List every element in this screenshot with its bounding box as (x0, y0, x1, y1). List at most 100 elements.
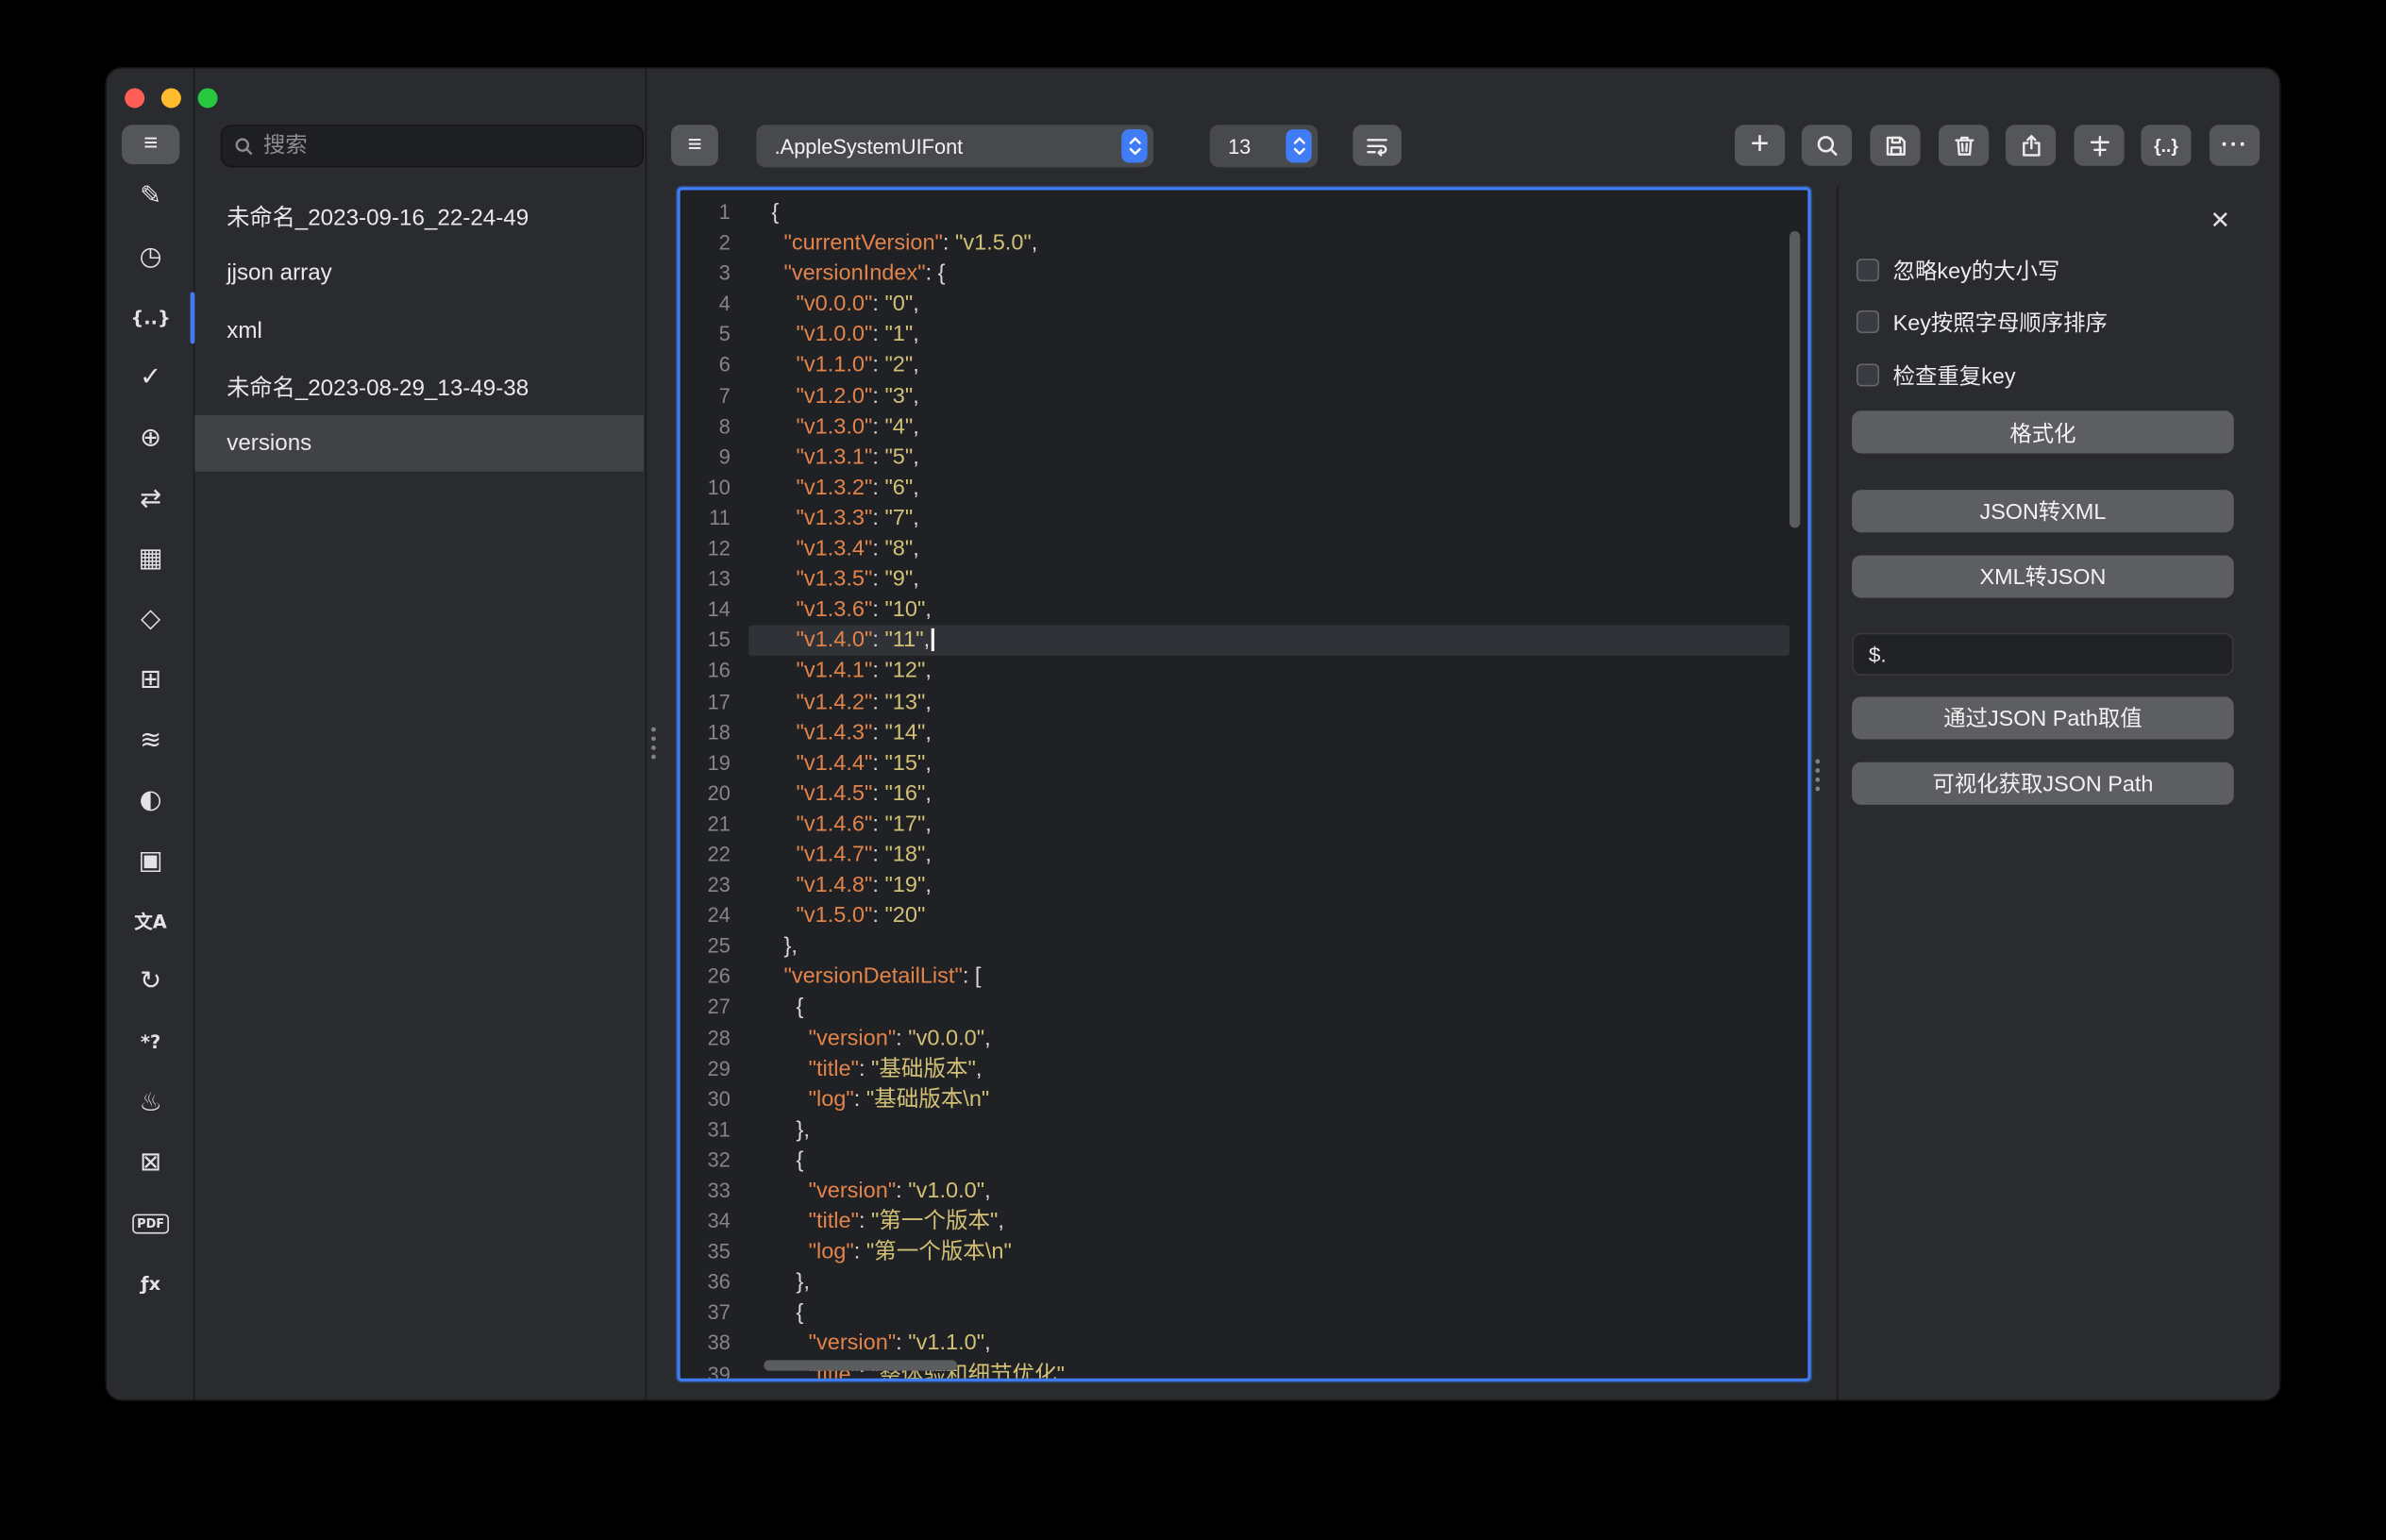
minimize-window-button[interactable] (160, 88, 180, 108)
more-button[interactable]: ··· (2210, 125, 2260, 166)
code-line[interactable]: 2 "currentVersion": "v1.5.0", (681, 228, 1808, 259)
panel-resize-handle[interactable] (651, 728, 656, 760)
wrap-text-button[interactable] (1353, 125, 1402, 166)
xml-to-json-button[interactable]: XML转JSON (1852, 555, 2234, 597)
file-list-item[interactable]: versions (194, 415, 644, 472)
code-line[interactable]: 17 "v1.4.2": "13", (681, 687, 1808, 717)
file-list-item[interactable]: xml (194, 302, 644, 359)
file-list-item[interactable]: 未命名_2023-09-16_22-24-49 (194, 189, 644, 245)
code-line[interactable]: 13 "v1.3.5": "9", (681, 564, 1808, 594)
rail-item-check[interactable]: ✓ (107, 348, 195, 409)
rail-item-image[interactable]: ▣ (107, 831, 195, 892)
code-line[interactable]: 23 "v1.4.8": "19", (681, 870, 1808, 900)
code-line[interactable]: 33 "version": "v1.0.0", (681, 1176, 1808, 1206)
file-search-input[interactable] (263, 134, 630, 159)
code-line[interactable]: 27 { (681, 993, 1808, 1023)
rail-item-calc[interactable]: ⊞ (107, 650, 195, 711)
code-line[interactable]: 4 "v0.0.0": "0", (681, 290, 1808, 320)
code-line[interactable]: 3 "versionIndex": { (681, 259, 1808, 289)
rail-item-box[interactable]: ◇ (107, 590, 195, 650)
delete-button[interactable] (1939, 125, 1989, 166)
code-line[interactable]: 20 "v1.4.5": "16", (681, 778, 1808, 809)
code-line[interactable]: 26 "versionDetailList": [ (681, 962, 1808, 992)
font-family-stepper[interactable] (1121, 129, 1147, 162)
file-search-box[interactable] (221, 125, 644, 167)
rail-item-swap[interactable]: ⇄ (107, 469, 195, 529)
code-line[interactable]: 24 "v1.5.0": "20" (681, 901, 1808, 931)
checkbox[interactable] (1857, 258, 1879, 280)
json-path-get-button[interactable]: 通过JSON Path取值 (1852, 696, 2234, 739)
rail-item-json[interactable]: {..} (107, 288, 195, 348)
checkbox[interactable] (1857, 363, 1879, 386)
code-line[interactable]: 15 "v1.4.0": "11", (681, 626, 1808, 656)
code-line[interactable]: 5 "v1.0.0": "1", (681, 320, 1808, 350)
rail-item-formula[interactable]: ƒx (107, 1254, 195, 1314)
file-list-item[interactable]: jjson array (194, 245, 644, 302)
rail-item-java[interactable]: ♨ (107, 1073, 195, 1133)
code-line[interactable]: 9 "v1.3.1": "5", (681, 443, 1808, 473)
format-button[interactable]: 格式化 (1852, 410, 2234, 453)
rail-item-globe[interactable]: ⊕ (107, 409, 195, 469)
code-line[interactable]: 28 "version": "v0.0.0", (681, 1023, 1808, 1053)
code-line[interactable]: 32 { (681, 1146, 1808, 1176)
json-editor[interactable]: 1{2 "currentVersion": "v1.5.0",3 "versio… (677, 187, 1810, 1381)
code-line[interactable]: 29 "title": "基础版本", (681, 1054, 1808, 1084)
code-line[interactable]: 14 "v1.3.6": "10", (681, 595, 1808, 626)
json-path-visual-button[interactable]: 可视化获取JSON Path (1852, 762, 2234, 804)
code-line[interactable]: 8 "v1.3.0": "4", (681, 411, 1808, 442)
code-line[interactable]: 25 }, (681, 931, 1808, 962)
code-line[interactable]: 35 "log": "第一个版本\n" (681, 1237, 1808, 1267)
checkbox-row[interactable]: Key按照字母顺序排序 (1857, 308, 2264, 335)
vertical-scrollbar[interactable] (1790, 231, 1800, 527)
code-line[interactable]: 6 "v1.1.0": "2", (681, 351, 1808, 381)
rail-item-edit[interactable]: ✎ (107, 167, 195, 227)
json-path-input[interactable] (1852, 633, 2234, 676)
code-line[interactable]: 19 "v1.4.4": "15", (681, 748, 1808, 778)
zoom-window-button[interactable] (197, 88, 217, 108)
code-line[interactable]: 38 "version": "v1.1.0", (681, 1329, 1808, 1359)
align-button[interactable] (2074, 125, 2124, 166)
code-line[interactable]: 1{ (681, 198, 1808, 228)
editor-menu-button[interactable]: ≡ (671, 125, 718, 166)
close-panel-button[interactable]: ✕ (2204, 202, 2237, 235)
rail-item-recent[interactable]: ◷ (107, 227, 195, 288)
checkbox-row[interactable]: 忽略key的大小写 (1857, 256, 2264, 283)
code-line[interactable]: 16 "v1.4.1": "12", (681, 657, 1808, 687)
code-line[interactable]: 36 }, (681, 1267, 1808, 1297)
rail-item-wifi[interactable]: ≋ (107, 711, 195, 771)
add-document-button[interactable]: + (1735, 125, 1785, 166)
code-line[interactable]: 37 { (681, 1298, 1808, 1329)
save-button[interactable] (1870, 125, 1920, 166)
rail-menu-button[interactable]: ≡ (122, 125, 179, 164)
find-button[interactable] (1802, 125, 1852, 166)
json-to-xml-button[interactable]: JSON转XML (1852, 489, 2234, 531)
horizontal-scrollbar[interactable] (764, 1360, 957, 1370)
checkbox-row[interactable]: 检查重复key (1857, 360, 2264, 388)
rail-item-palette[interactable]: ◐ (107, 771, 195, 831)
font-size-select[interactable]: 13 (1210, 125, 1318, 167)
checkbox[interactable] (1857, 310, 1879, 333)
rail-item-pdf[interactable]: PDF (107, 1194, 195, 1254)
code-line[interactable]: 18 "v1.4.3": "14", (681, 717, 1808, 747)
rail-item-help[interactable]: *? (107, 1013, 195, 1073)
file-list-item[interactable]: 未命名_2023-08-29_13-49-38 (194, 359, 644, 415)
rail-item-qrcode[interactable]: ▦ (107, 529, 195, 590)
code-line[interactable]: 34 "title": "第一个版本", (681, 1207, 1808, 1237)
rail-item-translate[interactable]: 文A (107, 892, 195, 952)
export-button[interactable] (2006, 125, 2056, 166)
code-line[interactable]: 10 "v1.3.2": "6", (681, 473, 1808, 503)
code-line[interactable]: 22 "v1.4.7": "18", (681, 840, 1808, 870)
code-line[interactable]: 31 }, (681, 1114, 1808, 1145)
braces-button[interactable]: {..} (2141, 125, 2191, 166)
font-size-stepper[interactable] (1285, 129, 1311, 162)
rail-item-history[interactable]: ↻ (107, 952, 195, 1013)
code-line[interactable]: 21 "v1.4.6": "17", (681, 810, 1808, 840)
code-line[interactable]: 30 "log": "基础版本\n" (681, 1084, 1808, 1114)
rail-item-package[interactable]: ⊠ (107, 1133, 195, 1194)
font-family-select[interactable]: .AppleSystemUIFont (756, 125, 1153, 167)
code-line[interactable]: 7 "v1.2.0": "3", (681, 381, 1808, 411)
code-line[interactable]: 11 "v1.3.3": "7", (681, 504, 1808, 534)
panel-resize-handle[interactable] (1815, 760, 1820, 792)
code-line[interactable]: 12 "v1.3.4": "8", (681, 534, 1808, 564)
close-window-button[interactable] (124, 88, 143, 108)
